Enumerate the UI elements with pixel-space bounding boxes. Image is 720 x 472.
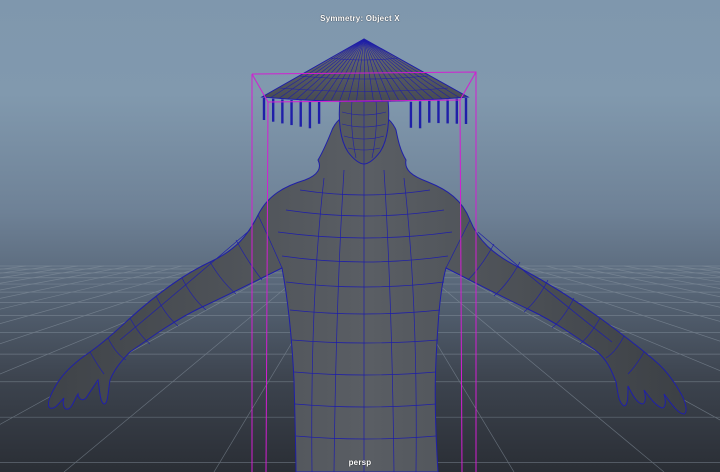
symmetry-label: Symmetry: Object X bbox=[320, 14, 400, 23]
camera-name-label: persp bbox=[348, 458, 372, 467]
3d-viewport[interactable]: Symmetry: Object X persp bbox=[0, 0, 720, 472]
scene-canvas[interactable] bbox=[0, 0, 720, 472]
grid-line bbox=[0, 265, 287, 425]
grid-line bbox=[675, 265, 720, 273]
grid-line bbox=[701, 265, 720, 269]
grid-line bbox=[0, 265, 27, 270]
grid-line bbox=[441, 265, 720, 421]
character-mesh[interactable] bbox=[47, 99, 687, 472]
